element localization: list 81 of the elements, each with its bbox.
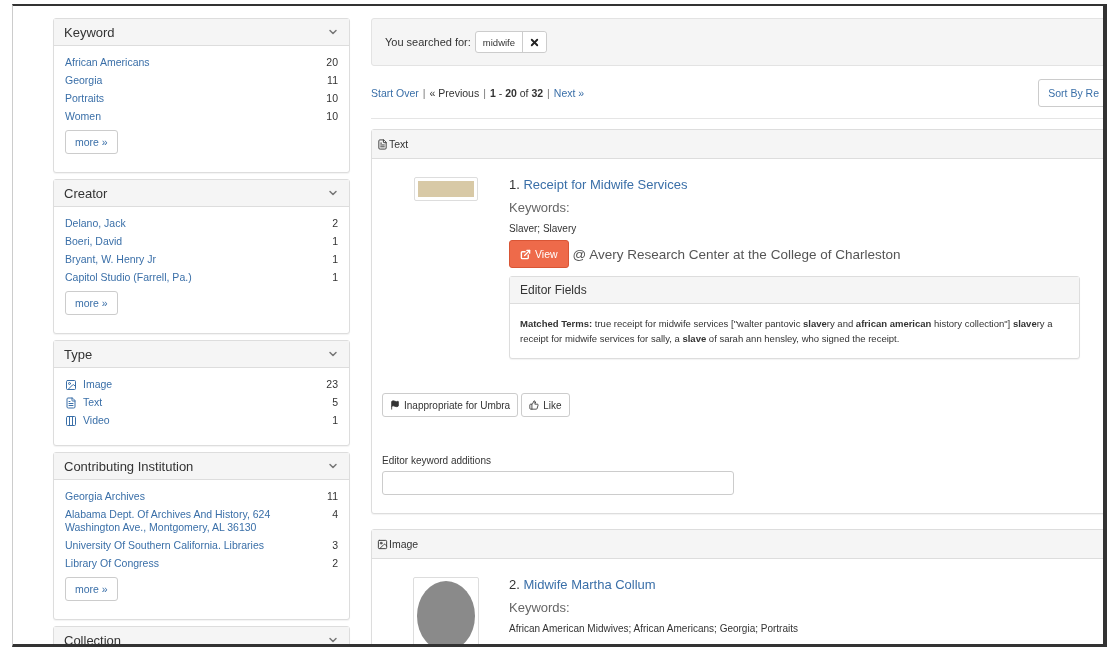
facet-title: Keyword bbox=[64, 24, 115, 40]
facet-header[interactable]: Contributing Institution bbox=[54, 453, 349, 480]
like-button[interactable]: Like bbox=[521, 393, 570, 417]
facet-title: Collection bbox=[64, 632, 122, 644]
facet-header[interactable]: Creator bbox=[54, 180, 349, 207]
more-button[interactable]: more » bbox=[65, 130, 118, 154]
keyword-input-field[interactable] bbox=[382, 471, 734, 495]
facet-count: 11 bbox=[327, 490, 338, 503]
image-icon bbox=[65, 378, 77, 391]
separator-text: | bbox=[547, 87, 550, 99]
document-icon bbox=[65, 396, 77, 409]
facet-count: 5 bbox=[332, 396, 338, 409]
facet-link[interactable]: Image bbox=[83, 378, 113, 391]
document-icon bbox=[377, 138, 388, 150]
keywords-label: Keywords: bbox=[509, 200, 571, 215]
facet-count: 10 bbox=[326, 110, 338, 123]
facet-title: Creator bbox=[64, 185, 108, 201]
facet-link[interactable]: Portraits bbox=[65, 92, 105, 105]
keywords-label: Keywords: bbox=[509, 600, 571, 615]
pager-text: 1 - 20 of 32 bbox=[489, 87, 544, 99]
facet-link[interactable]: Alabama Dept. Of Archives And History, 624 Washington Ave., Montgomery, AL 36130 bbox=[65, 508, 327, 534]
matched-terms-text: Matched Terms: true receipt for midwife services ["walter pantovic slavery and african american history collection"] slavery a receipt for midwife services for sally, a slave of sarah ann hensley, who signed the receipt. bbox=[520, 317, 1054, 346]
facet-title: Contributing Institution bbox=[64, 458, 194, 474]
close-icon bbox=[529, 36, 541, 48]
facet-count: 1 bbox=[332, 414, 338, 427]
facet-count: 3 bbox=[332, 539, 338, 552]
facet-header[interactable]: Collection bbox=[54, 627, 349, 644]
facet-count: 2 bbox=[332, 217, 338, 230]
image-icon bbox=[377, 538, 388, 550]
facet-link[interactable]: Video bbox=[83, 414, 110, 427]
view-button[interactable]: View bbox=[509, 240, 569, 268]
facet-count: 1 bbox=[332, 235, 338, 248]
editor-fields-title: Editor Fields bbox=[520, 283, 587, 297]
facet-link[interactable]: Georgia Archives bbox=[65, 490, 145, 503]
search-label: You searched for: bbox=[385, 36, 471, 48]
keywords-text: Slaver; Slavery bbox=[509, 223, 578, 234]
separator-text: | bbox=[483, 87, 486, 99]
facet-link[interactable]: Text bbox=[83, 396, 103, 409]
facet-count: 4 bbox=[332, 508, 338, 521]
facet-link[interactable]: African Americans bbox=[65, 56, 150, 69]
sort-button[interactable]: Sort By Re bbox=[1038, 79, 1103, 107]
facet-count: 23 bbox=[326, 378, 338, 391]
keywords-text: African American Midwives; African Americans; Georgia; Portraits bbox=[509, 623, 799, 634]
facet-count: 1 bbox=[332, 253, 338, 266]
flag-button[interactable]: Inappropriate for Umbra bbox=[382, 393, 519, 417]
facet-count: 20 bbox=[326, 56, 338, 69]
result-title-link[interactable]: Receipt for Midwife Services bbox=[523, 177, 688, 192]
facet-link[interactable]: University Of Southern California. Libraries bbox=[65, 539, 264, 552]
facet-link[interactable]: Women bbox=[65, 110, 101, 123]
pager-link[interactable]: Start Over bbox=[371, 87, 419, 99]
facet-count: 11 bbox=[327, 74, 338, 87]
facet-count: 2 bbox=[332, 557, 338, 570]
photo-placeholder[interactable] bbox=[412, 577, 479, 644]
facet-title: Type bbox=[64, 346, 93, 362]
result-number: 2. bbox=[509, 577, 520, 592]
facet-link[interactable]: Delano, Jack bbox=[65, 217, 126, 230]
facet-header[interactable]: Type bbox=[54, 341, 349, 368]
facet-link[interactable]: Boeri, David bbox=[65, 235, 123, 248]
separator-text: | bbox=[422, 87, 426, 99]
institution-text: @ Avery Research Center at the College of Charleston bbox=[572, 246, 901, 262]
pager-link[interactable]: Next » bbox=[553, 87, 585, 99]
result-type: Text bbox=[389, 138, 409, 150]
document-thumbnail[interactable] bbox=[413, 177, 478, 201]
thumbs-up-icon bbox=[529, 400, 540, 410]
facet-link[interactable]: Georgia bbox=[65, 74, 103, 87]
facet-count: 1 bbox=[332, 271, 338, 284]
result-number: 1. bbox=[509, 177, 520, 192]
field-label: Editor keyword additions bbox=[382, 455, 492, 466]
facet-link[interactable]: Bryant, W. Henry Jr bbox=[65, 253, 157, 266]
pager-text: « Previous bbox=[429, 87, 480, 99]
flag-icon bbox=[390, 400, 400, 410]
facet-link[interactable]: Capitol Studio (Farrell, Pa.) bbox=[65, 271, 192, 284]
facet-header[interactable]: Keyword bbox=[54, 19, 349, 46]
result-type: Image bbox=[389, 538, 419, 550]
more-button[interactable]: more » bbox=[65, 577, 118, 601]
film-icon bbox=[65, 414, 77, 427]
facet-link[interactable]: Library Of Congress bbox=[65, 557, 159, 570]
more-button[interactable]: more » bbox=[65, 291, 118, 315]
result-title-link[interactable]: Midwife Martha Collum bbox=[523, 577, 656, 592]
external-link-icon bbox=[520, 248, 531, 260]
facet-count: 10 bbox=[326, 92, 338, 105]
